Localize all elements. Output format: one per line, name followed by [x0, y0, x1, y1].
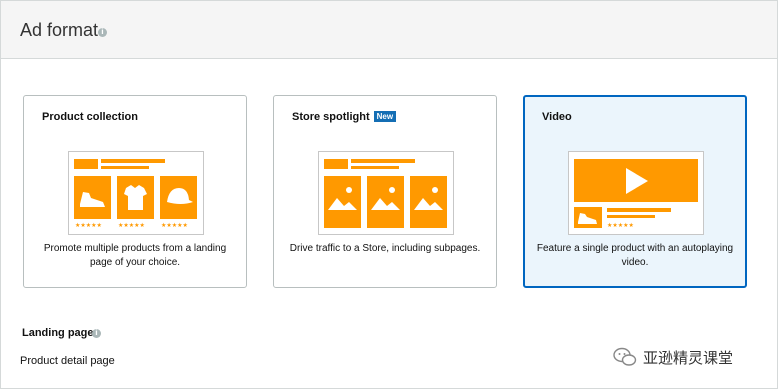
- landing-page-label: Landing page: [22, 327, 94, 339]
- video-illustration: ★★★★★: [568, 151, 704, 235]
- info-icon[interactable]: i: [92, 329, 101, 338]
- rating-stars: ★★★★★: [118, 222, 145, 229]
- store-spotlight-illustration: [318, 151, 454, 235]
- product-collection-card[interactable]: Product collection ★★★★★ ★★★★★ ★★★★★ Pro: [23, 95, 247, 288]
- watermark-text: 亚逊精灵课堂: [643, 348, 734, 367]
- card-description: Drive traffic to a Store, including subp…: [289, 243, 481, 254]
- rating-stars: ★★★★★: [75, 222, 102, 229]
- ad-format-panel: Ad format i Product collection ★★★★★ ★★★…: [0, 0, 778, 389]
- info-icon[interactable]: i: [98, 28, 107, 37]
- product-collection-illustration: ★★★★★ ★★★★★ ★★★★★: [68, 151, 204, 235]
- new-badge: New: [373, 111, 397, 122]
- rating-stars: ★★★★★: [161, 222, 188, 229]
- card-description: Promote multiple products from a landing…: [43, 243, 227, 268]
- card-description: Feature a single product with an autopla…: [536, 243, 734, 268]
- wechat-logo-icon: [613, 347, 637, 366]
- panel-title: Ad format: [20, 20, 99, 40]
- card-title-text: Store spotlight: [292, 111, 370, 123]
- rating-stars: ★★★★★: [607, 222, 634, 229]
- store-spotlight-card[interactable]: Store spotlight New Drive traffic to a S…: [273, 95, 497, 288]
- video-card[interactable]: Video ★★★★★ Feature a single product wit…: [523, 95, 747, 288]
- landing-page-value: Product detail page: [20, 355, 115, 367]
- card-title: Video: [542, 111, 572, 123]
- card-title: Store spotlight New: [292, 111, 397, 123]
- watermark: 亚逊精灵课堂: [613, 345, 773, 369]
- panel-header: Ad format i: [1, 1, 777, 59]
- card-title: Product collection: [42, 111, 138, 123]
